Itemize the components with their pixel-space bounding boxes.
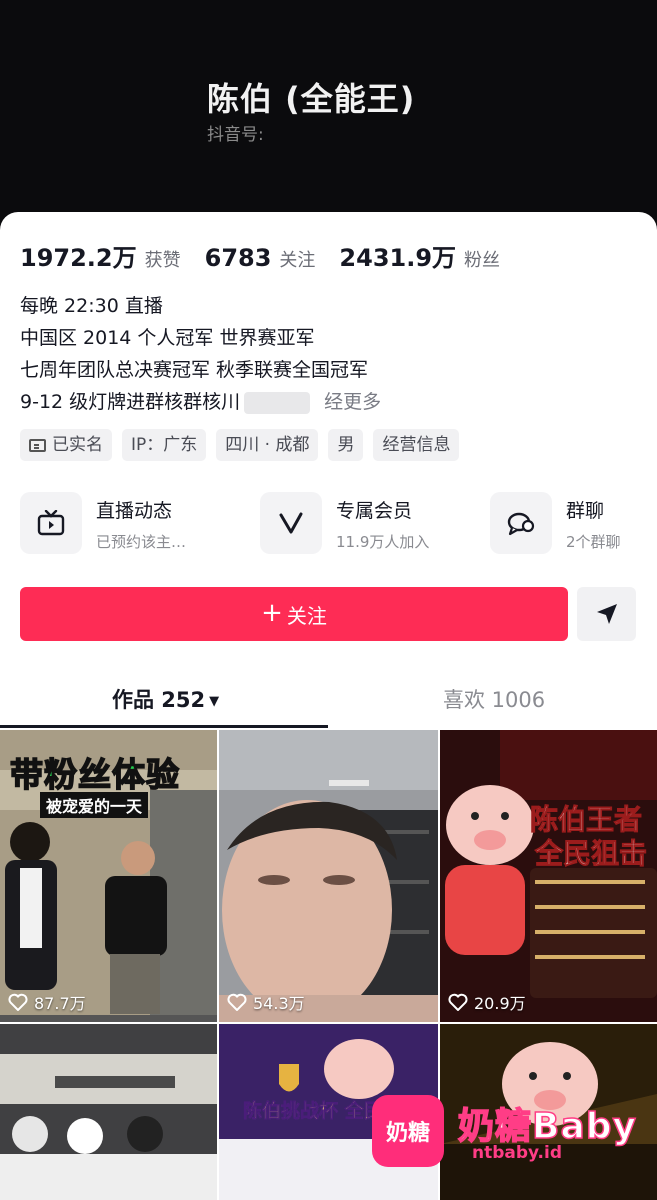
video-4-image: [0, 1024, 217, 1200]
heart-icon: [8, 993, 28, 1011]
membership-entry[interactable]: 专属会员 11.9万人加入: [260, 492, 429, 554]
tag-label: 四川 · 成都: [225, 435, 310, 455]
feature-title: 专属会员: [336, 500, 413, 522]
tag-label: IP：广东: [131, 435, 198, 455]
tv-icon: [20, 492, 82, 554]
stats-row: 1972.2万 获赞 6783 关注 2431.9万 粉丝: [20, 238, 524, 273]
following-label[interactable]: 关注: [279, 246, 315, 272]
ip-tag: IP：广东: [122, 429, 207, 461]
follow-button[interactable]: + 关注: [20, 587, 568, 641]
douyin-id-label: 抖音号:: [207, 125, 264, 145]
video-3-image: [440, 730, 657, 1022]
bio-line: 9-12 级灯牌进群核群核川: [20, 391, 241, 413]
active-tab-indicator: [0, 725, 328, 728]
bio-line: 七周年团队总决赛冠军 秋季联赛全国冠军: [20, 359, 369, 381]
video-thumbnail[interactable]: 陈伯王者 全民狙击 20.9万: [440, 730, 657, 1022]
blurred-text: [244, 391, 311, 414]
share-button[interactable]: [577, 587, 636, 641]
tab-works[interactable]: 作品 252 ▼: [112, 684, 219, 714]
business-info-tag[interactable]: 经营信息: [373, 429, 460, 461]
likes-label: 获赞: [144, 250, 181, 271]
tag-label: 经营信息: [382, 435, 451, 455]
watermark: 奶糖 奶糖Baby ntbaby.id: [372, 1095, 647, 1167]
follow-label: 关注: [286, 603, 327, 628]
followers-label[interactable]: 粉丝: [464, 246, 500, 272]
watermark-brand: 奶糖Baby: [457, 1105, 637, 1148]
like-count-label: 54.3万: [253, 994, 305, 1013]
like-count-label: 20.9万: [474, 994, 526, 1013]
feature-title: 直播动态: [96, 500, 173, 522]
location-tag: 四川 · 成都: [216, 429, 319, 461]
chat-icon: [490, 492, 552, 554]
feature-entries: 直播动态 已预约该主… 专属会员 11.9万人加入 群聊 2个群聊: [20, 492, 640, 554]
id-card-icon: [29, 438, 46, 452]
profile-tags: 已实名 IP：广东 四川 · 成都 男 经营信息: [20, 429, 469, 461]
group-chat-entry[interactable]: 群聊 2个群聊: [490, 492, 621, 554]
like-count-label: 87.7万: [34, 994, 86, 1013]
likes-count: 1972.2万: [20, 244, 137, 272]
video-title: 带粉丝体验: [9, 754, 180, 795]
tag-label: 已实名: [52, 435, 103, 455]
video-like-count: 87.7万: [8, 990, 86, 1014]
heart-icon: [227, 993, 247, 1011]
bio-line: 每晚 22:30 直播: [20, 295, 163, 317]
watermark-logo: 奶糖: [372, 1095, 444, 1167]
watermark-url: ntbaby.id: [472, 1143, 563, 1163]
video-2-image: [219, 730, 438, 1022]
video-thumbnail[interactable]: [0, 1024, 217, 1200]
following-count[interactable]: 6783: [205, 244, 272, 272]
tab-likes[interactable]: 喜欢 1006: [443, 684, 545, 714]
gender-tag: 男: [328, 429, 364, 461]
watermark-logo-text: 奶糖: [385, 1121, 430, 1146]
profile-name: 陈伯 (全能王): [207, 80, 416, 118]
tag-label: 男: [337, 435, 355, 455]
video-like-count: 54.3万: [227, 990, 305, 1014]
profile-header: 陈伯 (全能王) 抖音号:: [0, 0, 657, 240]
tab-works-label: 作品 252: [112, 688, 206, 712]
verified-tag[interactable]: 已实名: [20, 429, 112, 461]
video-subtitle: 被宠爱的一天: [40, 792, 149, 818]
feature-title: 群聊: [566, 500, 605, 522]
video-thumbnail[interactable]: 54.3万: [219, 730, 438, 1022]
bio: 每晚 22:30 直播 中国区 2014 个人冠军 世界赛亚军 七周年团队总决赛…: [20, 290, 381, 418]
send-icon: [596, 604, 617, 624]
followers-count[interactable]: 2431.9万: [339, 238, 456, 273]
video-thumbnail[interactable]: 带粉丝体验 被宠爱的一天 87.7万: [0, 730, 217, 1022]
plus-icon: +: [261, 597, 283, 628]
caret-down-icon: ▼: [209, 693, 220, 709]
bio-more-link[interactable]: 经更多: [324, 391, 381, 413]
feature-subtitle: 已预约该主…: [96, 533, 187, 551]
live-updates-entry[interactable]: 直播动态 已预约该主…: [20, 492, 186, 554]
video-like-count: 20.9万: [448, 990, 526, 1014]
v-icon: [260, 492, 322, 554]
feature-subtitle: 11.9万人加入: [336, 533, 430, 551]
heart-icon: [448, 993, 468, 1011]
video-subtitle: 全民狙击: [534, 837, 648, 871]
bio-line-last: 9-12 级灯牌进群核群核川 经更多: [20, 386, 381, 418]
bio-line: 中国区 2014 个人冠军 世界赛亚军: [20, 327, 315, 349]
feature-subtitle: 2个群聊: [566, 533, 621, 551]
